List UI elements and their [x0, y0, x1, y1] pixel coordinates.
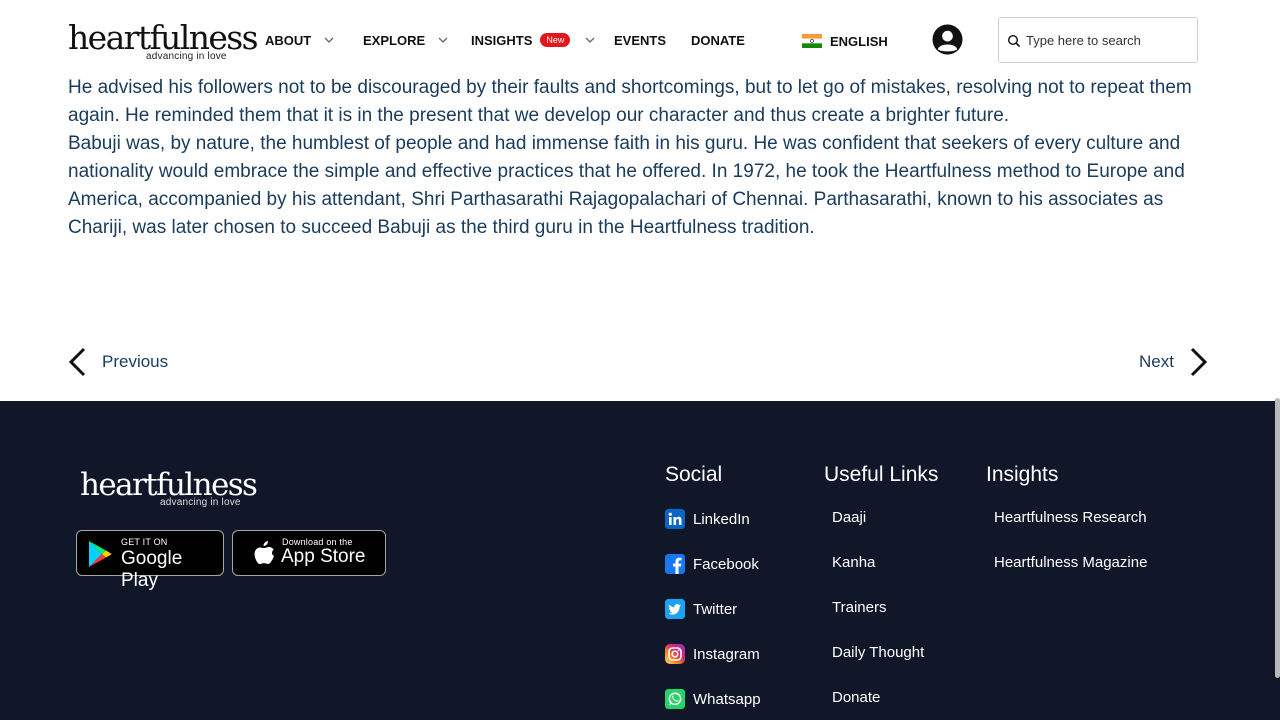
article-body: He advised his followers not to be disco… [68, 74, 1208, 242]
user-account-icon[interactable] [932, 24, 963, 55]
facebook-icon [665, 554, 685, 574]
article-pager: Previous Next [68, 346, 1208, 378]
insights-link-magazine[interactable]: Heartfulness Magazine [994, 554, 1147, 571]
language-label: ENGLISH [830, 33, 888, 49]
next-link[interactable]: Next [1139, 346, 1208, 378]
footer-logo-tagline: advancing in love [160, 497, 241, 508]
site-logo[interactable]: heartfulness advancing in love [68, 18, 259, 64]
article-paragraph: He advised his followers not to be disco… [68, 77, 1192, 126]
useful-link-daily-thought[interactable]: Daily Thought [832, 644, 924, 661]
google-play-small: GET IT ON [121, 537, 168, 547]
article-paragraph: Babuji was, by nature, the humblest of p… [68, 133, 1185, 238]
social-link-label: LinkedIn [693, 510, 750, 528]
previous-label: Previous [102, 352, 169, 371]
nav-insights[interactable]: INSIGHTS New [471, 31, 596, 49]
page-scrollbar[interactable] [1275, 398, 1280, 678]
page: heartfulness advancing in love ABOUT EXP… [0, 0, 1280, 720]
nav-explore-label: EXPLORE [363, 32, 426, 48]
useful-links-heading: Useful Links [824, 463, 939, 486]
app-store-button[interactable]: Download on the App Store [232, 530, 386, 576]
nav-explore[interactable]: EXPLORE [363, 31, 449, 49]
insights-link-research[interactable]: Heartfulness Research [994, 509, 1147, 526]
chevron-right-icon [1190, 347, 1208, 377]
useful-link-kanha[interactable]: Kanha [832, 554, 875, 571]
useful-link-daaji[interactable]: Daaji [832, 509, 866, 526]
search-icon [1007, 34, 1021, 48]
new-badge: New [540, 33, 571, 47]
chevron-down-icon [324, 37, 334, 43]
google-play-big: Google Play [121, 548, 183, 591]
social-link-label: Facebook [693, 555, 759, 573]
apple-icon [254, 541, 274, 565]
insights-heading: Insights [986, 463, 1059, 486]
nav-about-label: ABOUT [265, 32, 312, 48]
social-link-label: Instagram [693, 645, 760, 663]
linkedin-icon [665, 509, 685, 529]
next-label: Next [1139, 352, 1174, 371]
social-link-twitter[interactable]: Twitter [665, 599, 737, 619]
social-heading: Social [665, 463, 723, 486]
social-link-label: Whatsapp [693, 690, 761, 708]
useful-link-donate[interactable]: Donate [832, 689, 880, 706]
chevron-down-icon [438, 37, 448, 43]
nav-events[interactable]: EVENTS [614, 31, 666, 49]
social-link-label: Twitter [693, 600, 738, 618]
useful-link-trainers[interactable]: Trainers [832, 599, 886, 616]
chevron-down-icon [585, 37, 595, 43]
twitter-icon [665, 599, 685, 619]
chevron-left-icon [68, 347, 86, 377]
previous-link[interactable]: Previous [68, 346, 168, 378]
social-link-facebook[interactable]: Facebook [665, 554, 759, 574]
search-box[interactable] [998, 17, 1198, 63]
language-selector[interactable]: ENGLISH [802, 33, 888, 49]
nav-donate-label: DONATE [691, 32, 745, 48]
google-play-icon [89, 541, 112, 567]
nav-about[interactable]: ABOUT [265, 31, 335, 49]
nav-insights-label: INSIGHTS [471, 32, 533, 48]
site-header: heartfulness advancing in love ABOUT EXP… [0, 0, 1280, 80]
social-link-instagram[interactable]: Instagram [665, 644, 760, 664]
site-footer: heartfulness advancing in love GET IT ON… [0, 401, 1280, 720]
search-input[interactable] [1026, 30, 1191, 50]
social-link-linkedin[interactable]: LinkedIn [665, 509, 750, 529]
instagram-icon [665, 644, 685, 664]
app-store-big: App Store [281, 546, 366, 567]
nav-donate[interactable]: DONATE [691, 31, 745, 49]
google-play-button[interactable]: GET IT ON Google Play [76, 530, 224, 591]
footer-logo[interactable]: heartfulness advancing in love [80, 465, 258, 515]
nav-events-label: EVENTS [614, 32, 667, 48]
india-flag-icon [802, 34, 822, 48]
whatsapp-icon [665, 689, 685, 709]
logo-tagline: advancing in love [146, 51, 227, 62]
social-link-whatsapp[interactable]: Whatsapp [665, 689, 761, 709]
